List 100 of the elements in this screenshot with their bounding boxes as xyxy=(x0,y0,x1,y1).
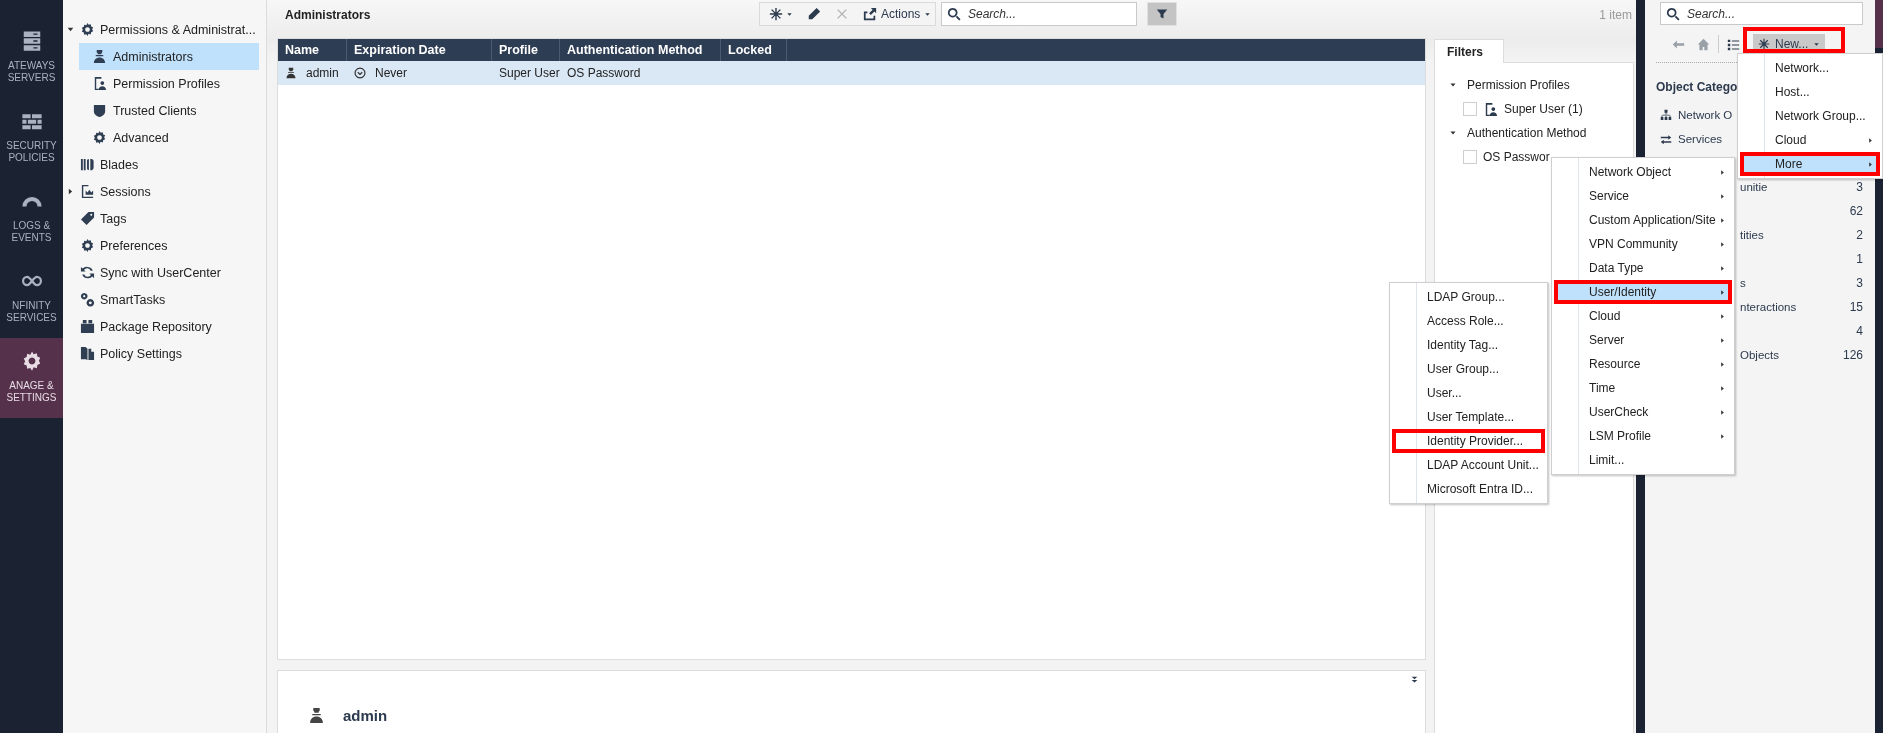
administrator-name: admin xyxy=(343,707,388,724)
user-icon xyxy=(308,707,325,724)
menu-item[interactable]: LDAP Account Unit... xyxy=(1392,453,1545,477)
tree-item[interactable]: Permission Profiles xyxy=(79,70,259,97)
clock-icon xyxy=(354,67,366,79)
tree-item[interactable]: Policy Settings xyxy=(63,340,263,367)
tree-item[interactable]: Administrators xyxy=(79,43,259,70)
filter-option: Super User (1) xyxy=(1504,102,1583,116)
category-label[interactable]: Objects xyxy=(1740,349,1779,361)
nav-item[interactable]: NFINITY SERVICES xyxy=(0,258,63,338)
menu-item[interactable]: Host... xyxy=(1740,80,1880,104)
page-title: Administrators xyxy=(285,8,371,22)
collapse-icon[interactable] xyxy=(1410,675,1419,684)
table-cell: Super User xyxy=(499,66,560,80)
asterisk-icon xyxy=(1758,38,1770,50)
menu-item[interactable]: Server xyxy=(1554,328,1732,352)
menu-item[interactable]: Data Type xyxy=(1554,256,1732,280)
category-label[interactable]: s xyxy=(1740,277,1746,289)
filter-group[interactable]: Authentication Method xyxy=(1435,121,1593,145)
expand-icon[interactable] xyxy=(66,187,75,196)
checkbox[interactable] xyxy=(1463,150,1477,164)
menu-item[interactable]: Identity Tag... xyxy=(1392,333,1545,357)
menu-item[interactable]: Cloud xyxy=(1554,304,1732,328)
tag-icon xyxy=(80,211,95,226)
tree-item[interactable]: Sessions xyxy=(63,178,263,205)
tree-item[interactable]: SmartTasks xyxy=(63,286,263,313)
menu-item[interactable]: Resource xyxy=(1554,352,1732,376)
menu-item[interactable]: Network Group... xyxy=(1740,104,1880,128)
menu-item[interactable]: More xyxy=(1740,152,1880,176)
object-count: 62 xyxy=(1849,204,1863,218)
category-label[interactable]: Network O xyxy=(1678,109,1733,121)
search-icon xyxy=(947,7,961,21)
item-count: 1 item xyxy=(1599,8,1633,22)
tree-item[interactable]: Trusted Clients xyxy=(79,97,259,124)
tree-item[interactable]: Package Repository xyxy=(63,313,263,340)
search-field[interactable]: Search... xyxy=(941,2,1137,26)
gear-icon xyxy=(80,22,95,37)
filters-tab[interactable]: Filters xyxy=(1434,39,1504,63)
expand-icon[interactable] xyxy=(66,25,75,34)
menu-item[interactable]: Network Object xyxy=(1554,160,1732,184)
menu-item[interactable]: VPN Community xyxy=(1554,232,1732,256)
network-icon xyxy=(1660,109,1672,121)
tree-item[interactable]: Advanced xyxy=(79,124,259,151)
nav-item[interactable]: LOGS & EVENTS xyxy=(0,178,63,258)
user-device-icon xyxy=(92,76,107,91)
user-icon xyxy=(285,67,297,79)
filter-button[interactable] xyxy=(1147,2,1177,26)
nav-item[interactable]: ATEWAYS SERVERS xyxy=(0,18,63,98)
menu-item[interactable]: Custom Application/Site xyxy=(1554,208,1732,232)
category-label[interactable]: unitie xyxy=(1740,181,1768,193)
menu-item[interactable]: User/Identity xyxy=(1554,280,1732,304)
nav-item[interactable]: SECURITY POLICIES xyxy=(0,98,63,178)
menu-item[interactable]: LSM Profile xyxy=(1554,424,1732,448)
menu-item[interactable]: Microsoft Entra ID... xyxy=(1392,477,1545,501)
category-label[interactable]: nteractions xyxy=(1740,301,1797,313)
pencil-icon xyxy=(807,7,821,21)
category-label[interactable]: tities xyxy=(1740,229,1764,241)
menu-item[interactable]: LDAP Group... xyxy=(1392,285,1545,309)
menu-item[interactable]: User... xyxy=(1392,381,1545,405)
export-icon xyxy=(863,7,877,21)
menu-item[interactable]: Access Role... xyxy=(1392,309,1545,333)
actions-button[interactable]: Actions xyxy=(858,4,937,24)
nav-item[interactable]: ANAGE & SETTINGS xyxy=(0,338,63,418)
menu-item[interactable]: Time xyxy=(1554,376,1732,400)
shield-icon xyxy=(92,103,107,118)
tree-item[interactable]: Tags xyxy=(63,205,263,232)
menu-item[interactable]: Identity Provider... xyxy=(1392,429,1545,453)
tree-item[interactable]: Sync with UserCenter xyxy=(63,259,263,286)
menu-item[interactable]: Network... xyxy=(1740,56,1880,80)
search-field[interactable]: Search... xyxy=(1660,2,1863,25)
table-cell: admin xyxy=(306,66,339,80)
menu-item[interactable]: UserCheck xyxy=(1554,400,1732,424)
user-device-icon xyxy=(1483,101,1498,117)
search-icon xyxy=(1666,7,1680,21)
tree-item[interactable]: Preferences xyxy=(63,232,263,259)
menu-item[interactable]: Limit... xyxy=(1554,448,1732,472)
object-count: 126 xyxy=(1842,348,1863,362)
table-cell: Never xyxy=(375,66,407,80)
gear-icon xyxy=(92,130,107,145)
user-icon xyxy=(92,49,107,64)
object-count: 4 xyxy=(1856,324,1863,338)
close-icon xyxy=(835,7,849,21)
tree-item[interactable]: Blades xyxy=(63,151,263,178)
checkbox[interactable] xyxy=(1463,102,1477,116)
filter-option: OS Passwor xyxy=(1483,150,1550,164)
list-icon[interactable] xyxy=(1727,37,1740,51)
caret-icon xyxy=(1813,40,1821,48)
menu-item[interactable]: Service xyxy=(1554,184,1732,208)
filter-icon xyxy=(1156,8,1168,20)
filter-group[interactable]: Permission Profiles xyxy=(1435,73,1576,97)
expand-icon xyxy=(1449,129,1457,137)
menu-item[interactable]: Cloud xyxy=(1740,128,1880,152)
menu-item[interactable]: User Template... xyxy=(1392,405,1545,429)
category-label[interactable]: Services xyxy=(1678,133,1723,145)
tree-item[interactable]: Permissions & Administrat... xyxy=(63,16,263,43)
table-row[interactable]: admin Never Super User OS Password xyxy=(278,61,1425,85)
object-count: 3 xyxy=(1856,276,1863,290)
gear-icon xyxy=(80,238,95,253)
package-icon xyxy=(80,319,95,334)
menu-item[interactable]: User Group... xyxy=(1392,357,1545,381)
